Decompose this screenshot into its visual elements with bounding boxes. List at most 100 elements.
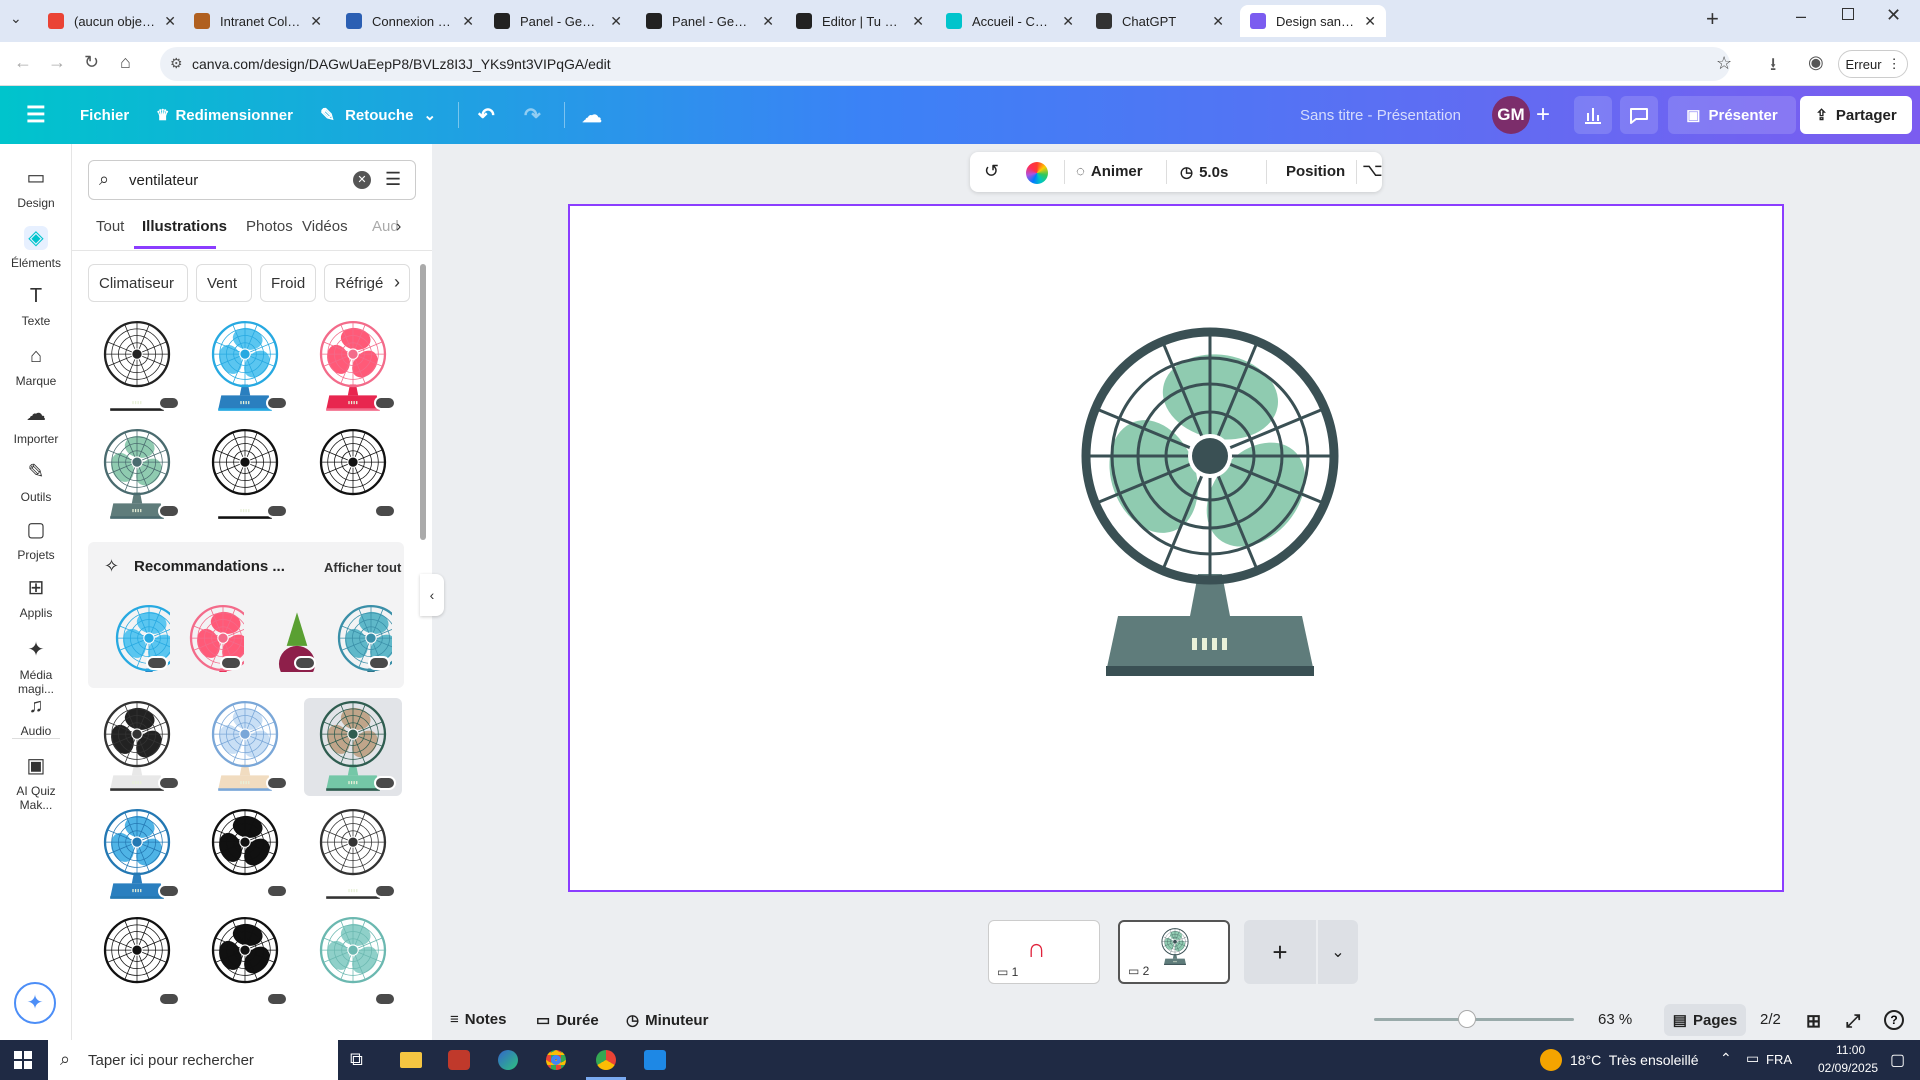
fan-illustration-thumb[interactable] xyxy=(196,426,294,524)
document-title[interactable]: Sans titre - Présentation xyxy=(1300,86,1461,144)
fan-illustration-thumb[interactable] xyxy=(174,602,244,672)
rail-item[interactable]: ☁ Importer xyxy=(0,402,72,446)
slide-page[interactable] xyxy=(568,204,1784,892)
add-page-menu-chevron-icon[interactable]: ⌄ xyxy=(1318,920,1358,984)
tab-close-icon[interactable]: ✕ xyxy=(164,13,176,30)
tab-list-chevron-icon[interactable]: ⌄ xyxy=(10,10,22,27)
search-input[interactable]: ventilateur xyxy=(129,172,198,189)
animate-button[interactable]: ◌ Animer xyxy=(1076,163,1143,180)
zoom-slider-handle[interactable] xyxy=(1458,1010,1476,1028)
taskbar-search[interactable]: ⌕ Taper ici pour rechercher xyxy=(48,1040,338,1080)
fan-illustration-thumb[interactable] xyxy=(304,806,402,904)
browser-tab[interactable]: Editor | Tu as trouvé ✕ xyxy=(786,5,934,37)
browser-tab[interactable]: Intranet College Saint ✕ xyxy=(184,5,332,37)
page-thumbnail-2[interactable]: ▭ 2 xyxy=(1118,920,1230,984)
home-icon[interactable]: ⌂ xyxy=(120,52,131,73)
zoom-level[interactable]: 63 % xyxy=(1598,1011,1632,1028)
filter-sliders-icon[interactable]: ☰ xyxy=(385,169,401,190)
insights-button[interactable] xyxy=(1574,96,1612,134)
color-wheel-icon[interactable] xyxy=(1026,162,1048,184)
browser-tab[interactable]: (aucun objet) - gauth ✕ xyxy=(38,5,186,37)
pages-button[interactable]: ▤ Pages xyxy=(1664,1004,1746,1036)
reload-icon[interactable]: ↻ xyxy=(84,52,99,73)
fan-illustration-thumb[interactable] xyxy=(88,914,186,1012)
browser-tab[interactable]: Design sans titre - Pr ✕ xyxy=(1240,5,1386,37)
file-menu[interactable]: Fichier xyxy=(80,86,129,144)
task-view-icon[interactable]: ⧉ xyxy=(350,1049,363,1070)
tab-close-icon[interactable]: ✕ xyxy=(310,13,322,30)
tab-close-icon[interactable]: ✕ xyxy=(1364,13,1376,30)
download-icon[interactable]: ⭳ xyxy=(1770,52,1776,82)
rail-item[interactable]: ◈ Éléments xyxy=(0,226,72,270)
present-button[interactable]: ▣ Présenter xyxy=(1668,96,1796,134)
forward-arrow-icon[interactable]: → xyxy=(48,52,66,73)
profile-error-button[interactable]: Erreur ⋮ xyxy=(1838,50,1908,78)
fan-illustration-thumb[interactable] xyxy=(88,426,186,524)
tab-close-icon[interactable]: ✕ xyxy=(1212,13,1224,30)
fan-illustration[interactable] xyxy=(1070,326,1350,686)
comments-button[interactable] xyxy=(1620,96,1658,134)
suggestion-chip[interactable]: Climatiseur xyxy=(88,264,188,302)
page-thumbnail-1[interactable]: ∩ ▭ 1 xyxy=(988,920,1100,984)
panel-scrollbar[interactable] xyxy=(420,264,426,540)
show-all-link[interactable]: Afficher tout xyxy=(324,560,401,575)
tab-close-icon[interactable]: ✕ xyxy=(462,13,474,30)
app-icon[interactable] xyxy=(448,1050,470,1070)
add-page-button[interactable]: + xyxy=(1244,920,1316,984)
rail-item[interactable]: ⌂ Marque xyxy=(0,344,72,388)
clock-date[interactable]: 02/09/2025 xyxy=(1818,1061,1878,1075)
fan-illustration-thumb[interactable] xyxy=(196,806,294,904)
clear-search-icon[interactable]: ✕ xyxy=(353,171,371,189)
panel-tab[interactable]: Tout xyxy=(96,218,124,235)
redo-icon[interactable]: ↷ xyxy=(524,86,541,144)
timer-button[interactable]: ◷ Minuteur xyxy=(626,1011,708,1029)
invite-plus-icon[interactable]: + xyxy=(1536,86,1550,144)
canva-app-icon[interactable] xyxy=(644,1050,666,1070)
hamburger-menu-icon[interactable]: ☰ xyxy=(26,86,46,144)
magic-assistant-icon[interactable]: ✦ xyxy=(14,982,56,1024)
new-tab-plus-icon[interactable]: + xyxy=(1706,6,1719,32)
fan-illustration-thumb[interactable] xyxy=(304,698,402,796)
rail-item[interactable]: ▢ Projets xyxy=(0,518,72,562)
tab-close-icon[interactable]: ✕ xyxy=(762,13,774,30)
network-icon[interactable]: ▭ xyxy=(1746,1050,1759,1067)
panel-tab[interactable]: Photos xyxy=(246,218,293,235)
bookmark-star-icon[interactable]: ☆ xyxy=(1716,53,1732,74)
rail-item[interactable]: ✦ Média magi... xyxy=(0,638,72,696)
browser-tab[interactable]: ChatGPT ✕ xyxy=(1086,5,1234,37)
position-button[interactable]: Position xyxy=(1286,163,1345,180)
undo-icon[interactable]: ↶ xyxy=(478,86,495,144)
url-text[interactable]: canva.com/design/DAGwUaEepP8/BVLz8I3J_YK… xyxy=(192,56,611,72)
fullscreen-icon[interactable]: ⤢ xyxy=(1846,1011,1860,1032)
panel-tab[interactable]: Illustrations xyxy=(142,218,227,235)
minimize-icon[interactable]: – xyxy=(1796,6,1806,27)
tray-chevron-icon[interactable]: ⌃ xyxy=(1720,1050,1732,1067)
fan-illustration-thumb[interactable] xyxy=(88,806,186,904)
duration-bottom-button[interactable]: ▭ Durée xyxy=(536,1011,599,1029)
paint-format-icon[interactable]: ⌥ xyxy=(1362,160,1383,181)
browser-tab[interactable]: Connexion - EcoleDir ✕ xyxy=(336,5,484,37)
fan-illustration-thumb[interactable] xyxy=(304,318,402,416)
fan-illustration-thumb[interactable] xyxy=(88,698,186,796)
fan-illustration-thumb[interactable] xyxy=(322,602,392,672)
fan-illustration-thumb[interactable] xyxy=(304,426,402,524)
chips-next-chevron-icon[interactable]: › xyxy=(394,272,400,293)
browser-tab[interactable]: Accueil - Canva ✕ xyxy=(936,5,1084,37)
retouch-button[interactable]: ✎ Retouche ⌄ xyxy=(320,86,436,144)
browser-tab[interactable]: Panel - Genially ✕ xyxy=(484,5,632,37)
clock-time[interactable]: 11:00 xyxy=(1836,1043,1865,1057)
fan-illustration-thumb[interactable] xyxy=(100,602,170,672)
browser-tab[interactable]: Panel - Genially ✕ xyxy=(636,5,784,37)
tabs-next-chevron-icon[interactable]: › xyxy=(396,218,401,236)
rail-item[interactable]: T Texte xyxy=(0,284,72,328)
site-info-icon[interactable]: ⚙ xyxy=(170,55,183,72)
collapse-panel-button[interactable]: ‹ xyxy=(420,574,444,616)
chrome-icon[interactable] xyxy=(546,1050,566,1070)
windows-start-icon[interactable] xyxy=(14,1051,32,1069)
rail-item[interactable]: ⊞ Applis xyxy=(0,576,72,620)
search-box[interactable]: ⌕ ventilateur ✕ ☰ xyxy=(88,160,416,200)
edge-icon[interactable] xyxy=(498,1050,518,1070)
avatar[interactable]: GM xyxy=(1492,96,1530,134)
help-icon[interactable]: ? xyxy=(1884,1010,1904,1030)
restore-icon[interactable] xyxy=(1842,8,1854,20)
